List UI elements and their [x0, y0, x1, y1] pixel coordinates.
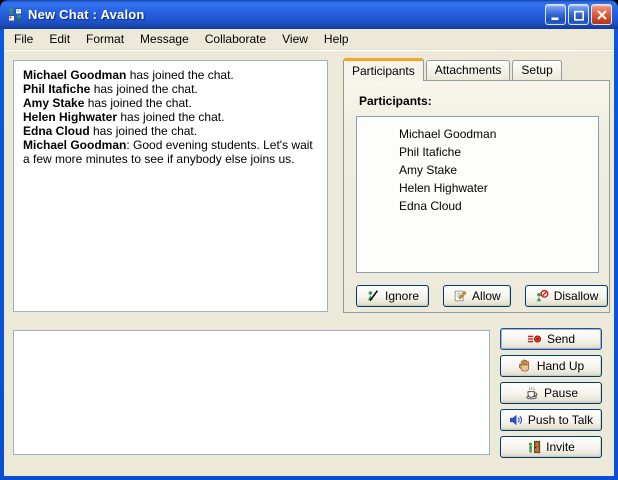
maximize-button[interactable]: [568, 4, 589, 25]
tab[interactable]: Attachments: [426, 60, 511, 80]
minimize-button[interactable]: [545, 4, 566, 25]
chat-message: Michael Goodman has joined the chat.: [23, 68, 318, 82]
push-to-talk-button[interactable]: Push to Talk: [500, 409, 602, 431]
window-title: New Chat : Avalon: [28, 7, 545, 22]
participants-tab-page: Participants: Michael Goodman Phil Itafi…: [343, 80, 610, 313]
maximize-icon: [571, 7, 587, 23]
chat-message: Amy Stake has joined the chat.: [23, 96, 318, 110]
menu-item[interactable]: Format: [78, 29, 132, 49]
allow-button[interactable]: Allow: [443, 285, 511, 307]
participant-item[interactable]: Edna Cloud: [399, 197, 594, 215]
send-button[interactable]: Send: [500, 328, 602, 350]
chat-message: Helen Highwater has joined the chat.: [23, 110, 318, 124]
tab-bar: Participants Attachments Setup: [343, 58, 562, 81]
menu-item[interactable]: View: [274, 29, 316, 49]
person-slash-icon: [366, 289, 380, 303]
hand-up-button[interactable]: Hand Up: [500, 355, 602, 377]
close-button[interactable]: [591, 4, 612, 25]
chat-message: Phil Itafiche has joined the chat.: [23, 82, 318, 96]
menu-item[interactable]: Message: [132, 29, 197, 49]
lines-record-icon: [527, 332, 542, 346]
menu-bar: File Edit Format Message Collaborate Vie…: [4, 29, 614, 50]
menu-item[interactable]: Collaborate: [197, 29, 274, 49]
participants-heading: Participants:: [359, 94, 432, 108]
raised-hand-icon: [518, 359, 532, 373]
app-icon: [7, 7, 23, 23]
chat-message: Edna Cloud has joined the chat.: [23, 124, 318, 138]
coffee-cup-icon: [524, 386, 539, 400]
participant-item[interactable]: Michael Goodman: [399, 125, 594, 143]
titlebar[interactable]: New Chat : Avalon: [0, 0, 618, 29]
person-door-icon: [527, 440, 541, 454]
close-icon: [594, 7, 610, 23]
tab[interactable]: Participants: [343, 58, 424, 81]
person-no-icon: [535, 289, 549, 303]
chat-transcript: Michael Goodman has joined the chat. Phi…: [13, 60, 328, 312]
menu-item[interactable]: Help: [316, 29, 357, 49]
participant-item[interactable]: Amy Stake: [399, 161, 594, 179]
disallow-button[interactable]: Disallow: [525, 285, 609, 307]
moderation-buttons: Ignore Allow: [356, 285, 608, 307]
ignore-button[interactable]: Ignore: [356, 285, 429, 307]
window-frame: File Edit Format Message Collaborate Vie…: [0, 29, 618, 480]
notepad-pencil-icon: [453, 289, 467, 303]
menu-item[interactable]: Edit: [41, 29, 78, 49]
participant-item[interactable]: Phil Itafiche: [399, 143, 594, 161]
minimize-icon: [548, 7, 564, 23]
speaker-icon: [509, 413, 523, 427]
menu-item[interactable]: File: [6, 29, 41, 49]
participant-item[interactable]: Helen Highwater: [399, 179, 594, 197]
pause-button[interactable]: Pause: [500, 382, 602, 404]
window-body: File Edit Format Message Collaborate Vie…: [4, 29, 614, 476]
participants-list[interactable]: Michael Goodman Phil Itafiche Amy Stake …: [356, 116, 599, 273]
composer-input[interactable]: [13, 330, 490, 455]
action-buttons: Send Hand Up: [500, 328, 602, 458]
app-window: New Chat : Avalon File Edit Format: [0, 0, 618, 480]
chat-message: Michael Goodman: Good evening students. …: [23, 138, 318, 166]
tab[interactable]: Setup: [512, 60, 561, 80]
invite-button[interactable]: Invite: [500, 436, 602, 458]
